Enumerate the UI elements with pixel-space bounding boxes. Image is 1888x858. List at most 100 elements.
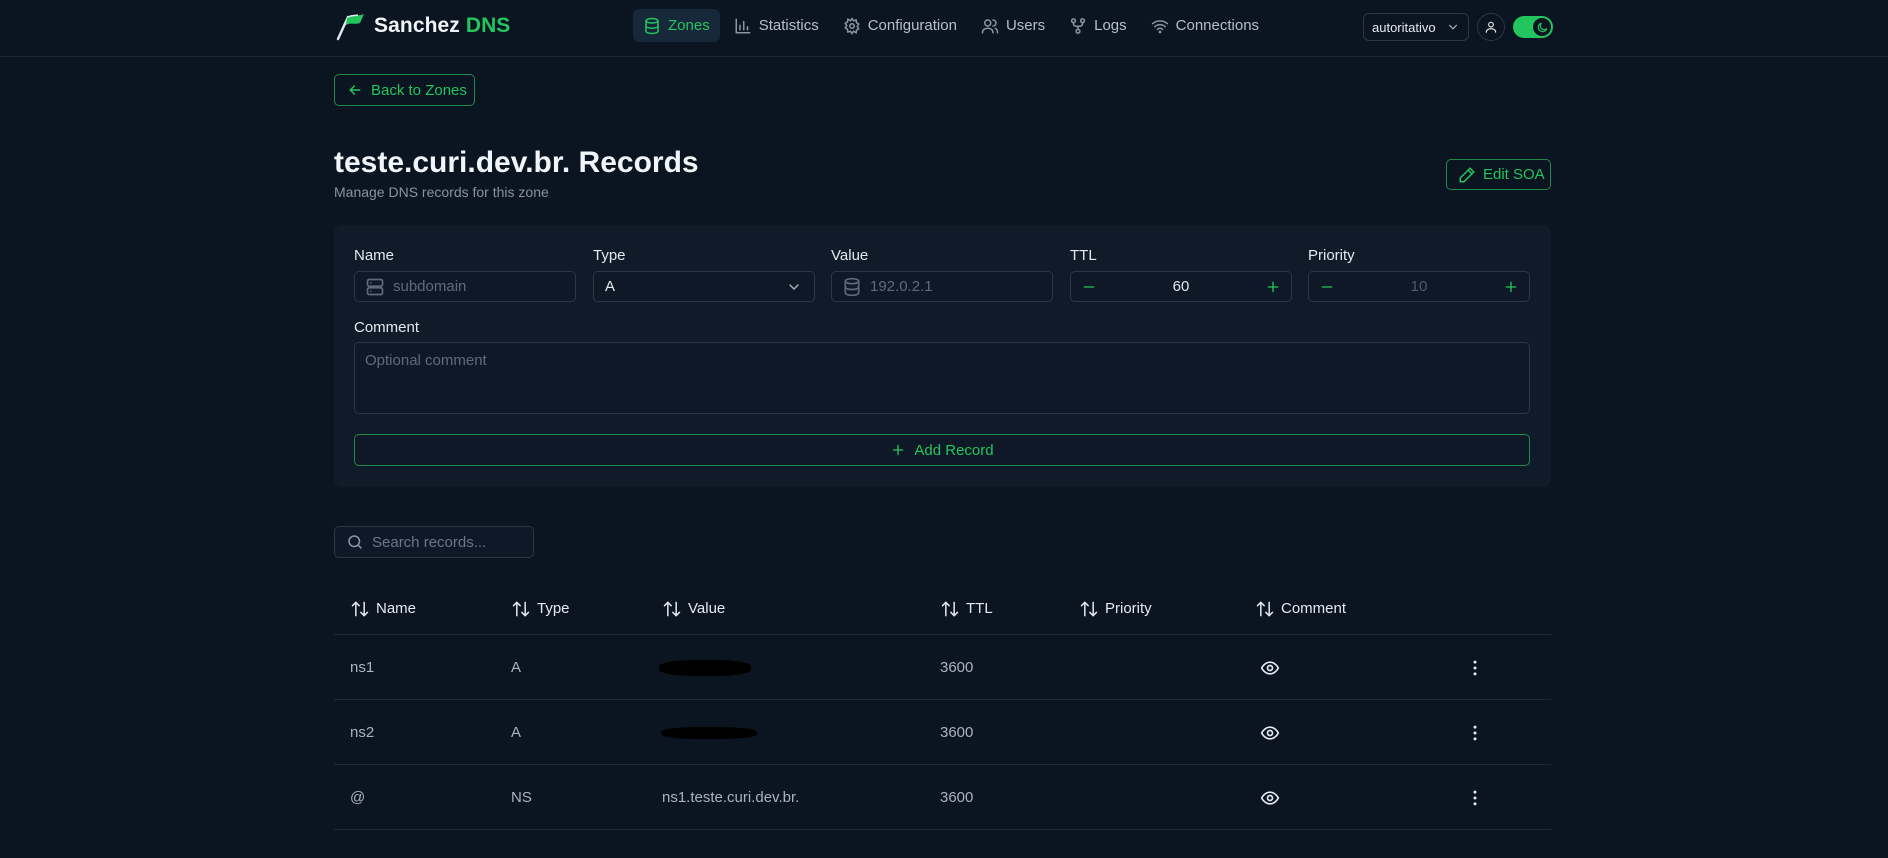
column-label: Type: [537, 600, 570, 617]
column-header-value[interactable]: Value: [662, 582, 725, 635]
ttl-stepper[interactable]: 60: [1070, 271, 1292, 302]
records-table: Name Type Value TTL Priority Comment ns1…: [334, 582, 1551, 830]
edit-soa-label: Edit SOA: [1483, 166, 1545, 183]
cell-value: [659, 700, 757, 765]
plus-icon[interactable]: [1503, 279, 1519, 295]
back-to-zones-button[interactable]: Back to Zones: [334, 74, 475, 106]
cell-value: ns1.teste.curi.dev.br.: [662, 789, 800, 806]
database-icon: [645, 17, 659, 34]
row-actions-button[interactable]: [1465, 765, 1485, 830]
mode-select-value: autoritativo: [1372, 19, 1436, 35]
sort-icon: [351, 600, 369, 617]
edit-soa-button[interactable]: Edit SOA: [1446, 159, 1551, 190]
brand-accent: DNS: [465, 14, 511, 37]
git-fork-icon: [1071, 17, 1086, 34]
eye-icon: [1260, 790, 1280, 805]
eye-icon: [1260, 725, 1280, 740]
cell-name: @: [350, 789, 366, 806]
add-record-label: Add Record: [914, 441, 994, 459]
column-header-name[interactable]: Name: [350, 582, 416, 635]
nav-item-configuration[interactable]: Configuration: [833, 9, 967, 42]
nav-label: Connections: [1175, 17, 1260, 34]
search-records-input[interactable]: Search records...: [334, 526, 534, 558]
view-comment-button[interactable]: [1260, 700, 1280, 765]
ttl-value: 60: [1172, 278, 1190, 295]
column-header-ttl[interactable]: TTL: [940, 582, 993, 635]
column-label: Value: [688, 600, 726, 617]
row-actions-button[interactable]: [1465, 635, 1485, 700]
sort-icon: [512, 600, 530, 617]
back-label: Back to Zones: [371, 81, 467, 99]
moon-icon: [1537, 22, 1547, 32]
nav-label: Logs: [1094, 17, 1127, 34]
type-select[interactable]: A: [593, 271, 815, 302]
nav-item-connections[interactable]: Connections: [1141, 9, 1269, 42]
cell-type: NS: [511, 789, 532, 806]
more-vertical-icon: [1473, 725, 1477, 740]
nav-label: Statistics: [758, 17, 819, 34]
brand[interactable]: Sanchez DNS: [334, 11, 510, 41]
column-header-comment[interactable]: Comment: [1255, 582, 1346, 635]
view-comment-button[interactable]: [1260, 635, 1280, 700]
row-actions-button[interactable]: [1465, 700, 1485, 765]
chevron-down-icon: [1448, 24, 1458, 30]
add-record-form: Name subdomain Type A Value 192.0.2.1 TT…: [334, 225, 1551, 487]
table-row[interactable]: @ NS ns1.teste.curi.dev.br. 3600: [334, 765, 1551, 830]
sort-icon: [1080, 600, 1098, 617]
arrow-left-icon: [349, 85, 361, 95]
comment-placeholder: Optional comment: [365, 352, 487, 369]
column-label: Name: [376, 600, 417, 617]
name-placeholder: subdomain: [393, 278, 467, 295]
column-label: Comment: [1281, 600, 1347, 617]
sort-icon: [1256, 600, 1274, 617]
search-placeholder: Search records...: [372, 533, 487, 551]
minus-icon[interactable]: [1081, 279, 1097, 295]
column-header-type[interactable]: Type: [511, 582, 570, 635]
bar-chart-icon: [735, 18, 751, 33]
priority-label: Priority: [1308, 247, 1355, 264]
sort-icon: [663, 600, 681, 617]
nav-item-users[interactable]: Users: [971, 9, 1055, 42]
more-vertical-icon: [1473, 790, 1477, 805]
nav-label: Zones: [668, 17, 710, 34]
search-icon: [348, 535, 362, 549]
minus-icon[interactable]: [1319, 279, 1335, 295]
type-label: Type: [593, 247, 626, 264]
cell-type: A: [511, 659, 522, 676]
nav-item-zones[interactable]: Zones: [633, 9, 720, 42]
plus-icon[interactable]: [1265, 279, 1281, 295]
cell-name: ns1: [350, 659, 375, 676]
cell-ttl: 3600: [940, 724, 974, 741]
wifi-icon: [1151, 19, 1168, 33]
eye-icon: [1260, 660, 1280, 675]
page-subtitle: Manage DNS records for this zone: [334, 184, 549, 200]
sort-icon: [941, 600, 959, 617]
column-label: TTL: [966, 600, 993, 617]
name-input[interactable]: subdomain: [354, 271, 576, 302]
table-row[interactable]: ns1 A 3600: [334, 635, 1551, 700]
priority-value: 10: [1410, 278, 1428, 295]
nav-right-controls: autoritativo: [1363, 13, 1553, 41]
page-title: teste.curi.dev.br. Records: [334, 146, 699, 179]
priority-stepper[interactable]: 10: [1308, 271, 1530, 302]
theme-toggle[interactable]: [1513, 16, 1553, 38]
nav-item-logs[interactable]: Logs: [1059, 9, 1137, 42]
nav-item-statistics[interactable]: Statistics: [724, 9, 829, 42]
pencil-icon: [1459, 166, 1475, 182]
redacted-value: [661, 726, 757, 739]
plus-icon: [893, 444, 904, 456]
column-header-priority[interactable]: Priority: [1079, 582, 1152, 635]
cell-name: ns2: [350, 724, 375, 741]
table-row[interactable]: ns2 A 3600: [334, 700, 1551, 765]
mode-select[interactable]: autoritativo: [1363, 13, 1469, 41]
add-record-button[interactable]: Add Record: [354, 434, 1530, 466]
redacted-value: [659, 659, 751, 676]
type-value: A: [605, 278, 616, 295]
flag-logo-icon: [336, 14, 364, 41]
server-icon: [366, 278, 384, 295]
value-input[interactable]: 192.0.2.1: [831, 271, 1053, 302]
cell-type: A: [511, 724, 522, 741]
user-menu-button[interactable]: [1477, 13, 1505, 41]
view-comment-button[interactable]: [1260, 765, 1280, 830]
comment-textarea[interactable]: Optional comment: [354, 342, 1530, 414]
